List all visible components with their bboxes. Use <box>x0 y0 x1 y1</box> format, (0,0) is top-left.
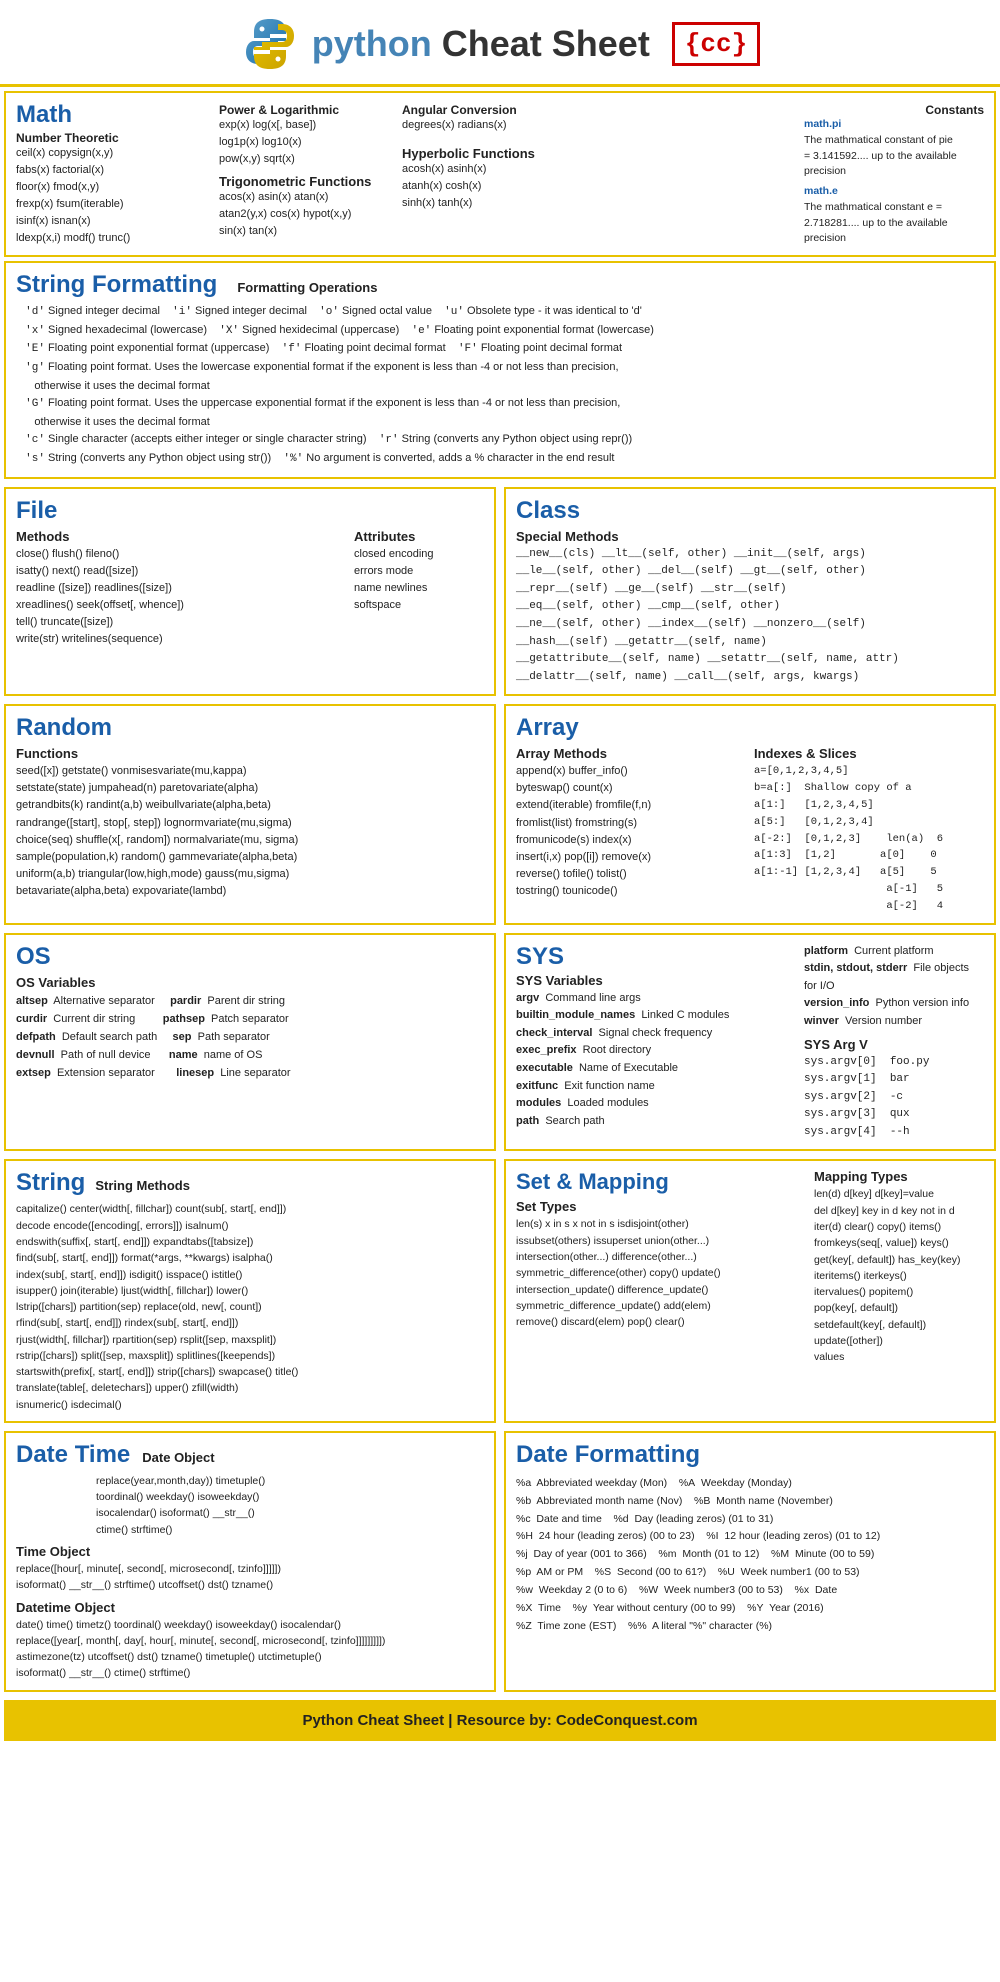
date-object-content: replace(year,month,day)) timetuple() too… <box>96 1473 484 1538</box>
array-section: Array Array Methods append(x) buffer_inf… <box>504 704 996 924</box>
class-title: Class <box>516 497 984 525</box>
file-methods-title: Methods <box>16 529 346 544</box>
cc-logo: {cc} <box>672 22 760 66</box>
os-sys-row: OS OS Variables altsep Alternative separ… <box>0 929 1000 1156</box>
random-array-row: Random Functions seed([x]) getstate() vo… <box>0 700 1000 928</box>
power-log-title: Power & Logarithmic <box>219 103 394 117</box>
hyperbolic-title: Hyperbolic Functions <box>402 146 612 161</box>
string-fmt-lines: 'd' Signed integer decimal 'i' Signed in… <box>16 303 984 468</box>
angular-title: Angular Conversion <box>402 103 612 117</box>
angular-content: degrees(x) radians(x) <box>402 117 612 134</box>
sys-section: SYS SYS Variables argv Command line args… <box>504 933 996 1152</box>
array-methods-title: Array Methods <box>516 746 746 761</box>
sys-variables-content: argv Command line args builtin_module_na… <box>516 990 796 1131</box>
date-formatting-title: Date Formatting <box>516 1441 984 1469</box>
string-fmt-line-5: 'c' Single character (accepts either int… <box>16 431 984 450</box>
datetime-object-content: date() time() timetz() toordinal() weekd… <box>16 1617 484 1682</box>
set-types-title: Set Types <box>516 1199 806 1214</box>
date-formatting-section: Date Formatting %a Abbreviated weekday (… <box>504 1431 996 1692</box>
string-fmt-line-4: 'G' Floating point format. Uses the uppe… <box>16 395 984 414</box>
python-logo <box>240 14 300 74</box>
string-fmt-ops-title: Formatting Operations <box>237 280 377 295</box>
mapping-title: Mapping Types <box>814 1169 984 1184</box>
file-attributes-title: Attributes <box>354 529 484 544</box>
math-section: Math Number Theoretic ceil(x) copysign(x… <box>4 91 996 257</box>
string-section: String String Methods capitalize() cente… <box>4 1159 496 1422</box>
os-variables-title: OS Variables <box>16 975 484 990</box>
class-section: Class Special Methods __new__(cls) __lt_… <box>504 487 996 697</box>
array-title: Array <box>516 714 984 742</box>
string-formatting-section: String Formatting Formatting Operations … <box>4 261 996 478</box>
os-section: OS OS Variables altsep Alternative separ… <box>4 933 496 1152</box>
file-section: File Methods close() flush() fileno() is… <box>4 487 496 697</box>
math-col2: Power & Logarithmic exp(x) log(x[, base]… <box>219 101 394 247</box>
string-fmt-line-4b: otherwise it uses the decimal format <box>16 414 984 432</box>
sys-variables-title: SYS Variables <box>516 973 796 988</box>
trig-title: Trigonometric Functions <box>219 174 394 189</box>
number-theoretic-title: Number Theoretic <box>16 131 211 145</box>
string-title: String <box>16 1169 85 1197</box>
math-col3: Angular Conversion degrees(x) radians(x)… <box>402 101 612 247</box>
array-indexes-title: Indexes & Slices <box>754 746 984 761</box>
number-theoretic-content: ceil(x) copysign(x,y) fabs(x) factorial(… <box>16 145 211 247</box>
array-methods-content: append(x) buffer_info() byteswap() count… <box>516 763 746 899</box>
set-mapping-section: Set & Mapping Set Types len(s) x in s x … <box>504 1159 996 1422</box>
class-special-methods-title: Special Methods <box>516 529 984 544</box>
date-formatting-lines: %a Abbreviated weekday (Mon) %A Weekday … <box>516 1475 984 1636</box>
string-fmt-line-1: 'x' Signed hexadecimal (lowercase) 'X' S… <box>16 322 984 341</box>
math-col1: Math Number Theoretic ceil(x) copysign(x… <box>16 101 211 247</box>
header-title: python Cheat Sheet <box>312 23 650 65</box>
set-types-content: len(s) x in s x not in s isdisjoint(othe… <box>516 1216 806 1330</box>
datetime-section: Date Time Date Object replace(year,month… <box>4 1431 496 1692</box>
sys-arg-v-content: sys.argv[0] foo.py sys.argv[1] bar sys.a… <box>804 1054 984 1142</box>
datetime-row: Date Time Date Object replace(year,month… <box>0 1427 1000 1696</box>
constants-content: math.pi The mathmatical constant of pie … <box>804 117 984 247</box>
sys-arg-v-title: SYS Arg V <box>804 1037 984 1052</box>
header: python Cheat Sheet {cc} <box>0 0 1000 87</box>
random-section: Random Functions seed([x]) getstate() vo… <box>4 704 496 924</box>
datetime-object-title: Datetime Object <box>16 1600 484 1615</box>
cheatsheet-word: Cheat Sheet <box>442 23 650 64</box>
os-variables-content: altsep Alternative separator pardir Pare… <box>16 992 484 1083</box>
hyperbolic-content: acosh(x) asinh(x) atanh(x) cosh(x) sinh(… <box>402 161 612 212</box>
random-functions-title: Functions <box>16 746 484 761</box>
file-class-row: File Methods close() flush() fileno() is… <box>0 483 1000 701</box>
string-set-row: String String Methods capitalize() cente… <box>0 1155 1000 1426</box>
date-object-title: Date Object <box>142 1450 214 1465</box>
datetime-title: Date Time <box>16 1441 130 1469</box>
random-functions-content: seed([x]) getstate() vonmisesvariate(mu,… <box>16 763 484 899</box>
time-object-title: Time Object <box>16 1544 484 1559</box>
power-log-content: exp(x) log(x[, base]) log1p(x) log10(x) … <box>219 117 394 168</box>
os-title: OS <box>16 943 484 971</box>
mapping-content: len(d) d[key] d[key]=value del d[key] ke… <box>814 1186 984 1365</box>
sys-title: SYS <box>516 943 796 971</box>
file-title: File <box>16 497 484 525</box>
array-indexes-content: a=[0,1,2,3,4,5] b=a[:] Shallow copy of a… <box>754 763 984 914</box>
footer: Python Cheat Sheet | Resource by: CodeCo… <box>4 1700 996 1741</box>
string-methods-title: String Methods <box>95 1178 190 1193</box>
python-word: python <box>312 23 432 64</box>
constants-title: Constants <box>804 103 984 117</box>
file-methods-content: close() flush() fileno() isatty() next()… <box>16 546 346 648</box>
string-fmt-line-3b: otherwise it uses the decimal format <box>16 378 984 396</box>
trig-content: acos(x) asin(x) atan(x) atan2(y,x) cos(x… <box>219 189 394 240</box>
string-fmt-line-6: 's' String (converts any Python object u… <box>16 450 984 469</box>
random-title: Random <box>16 714 484 742</box>
math-title: Math <box>16 101 211 129</box>
string-fmt-title: String Formatting <box>16 271 217 299</box>
math-col5: Constants math.pi The mathmatical consta… <box>804 101 984 247</box>
string-methods-content: capitalize() center(width[, fillchar]) c… <box>16 1201 484 1412</box>
string-fmt-line-2: 'E' Floating point exponential format (u… <box>16 340 984 359</box>
time-object-content: replace([hour[, minute[, second[, micros… <box>16 1561 484 1594</box>
sys-platform-content: platform Current platform stdin, stdout,… <box>804 943 984 1031</box>
file-attributes-content: closed encoding errors mode name newline… <box>354 546 484 614</box>
string-fmt-line-3: 'g' Floating point format. Uses the lowe… <box>16 359 984 378</box>
string-fmt-line-0: 'd' Signed integer decimal 'i' Signed in… <box>16 303 984 322</box>
class-special-methods-content: __new__(cls) __lt__(self, other) __init_… <box>516 546 984 687</box>
set-mapping-title: Set & Mapping <box>516 1169 806 1195</box>
